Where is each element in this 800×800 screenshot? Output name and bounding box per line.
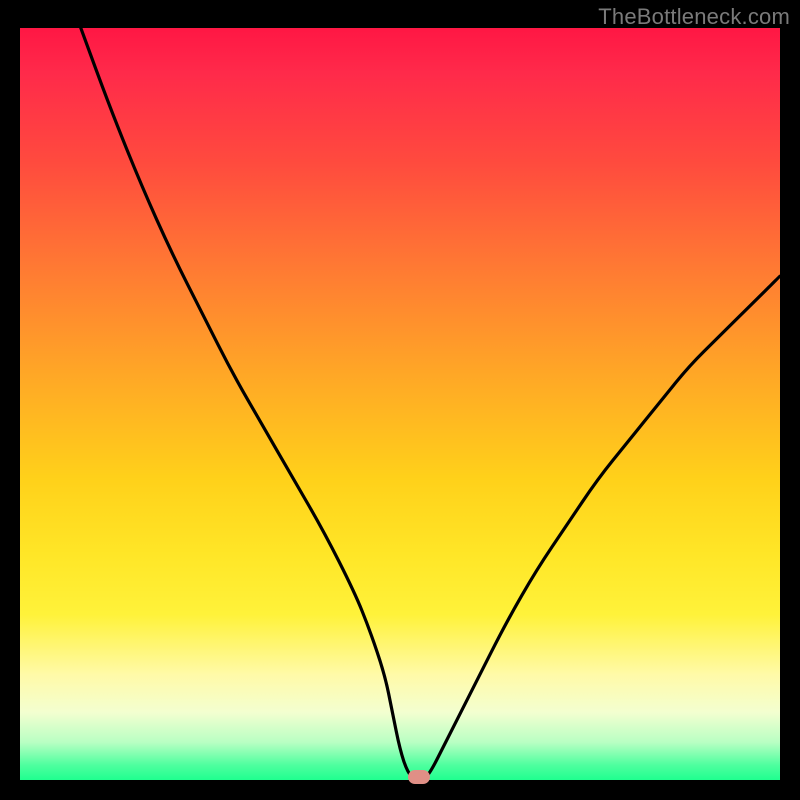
bottleneck-curve bbox=[20, 28, 780, 780]
curve-path bbox=[81, 28, 780, 780]
watermark-label: TheBottleneck.com bbox=[598, 4, 790, 30]
chart-frame: TheBottleneck.com bbox=[0, 0, 800, 800]
plot-area bbox=[20, 28, 780, 780]
optimal-point-marker bbox=[408, 770, 430, 784]
